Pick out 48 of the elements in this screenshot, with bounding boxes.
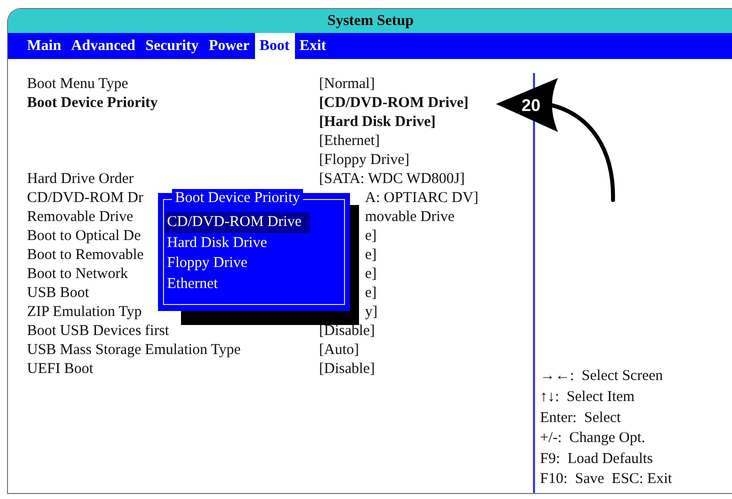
setting-value[interactable]: e] [365, 227, 377, 246]
setting-label[interactable]: Boot USB Devices first [27, 322, 170, 341]
menu-tab[interactable]: Power [204, 33, 254, 59]
popup-option[interactable]: Ethernet [165, 274, 226, 294]
setting-value[interactable]: e] [365, 246, 377, 265]
setting-value[interactable]: [SATA: WDC WD800J] [319, 170, 465, 189]
window-title: System Setup [327, 12, 414, 30]
setting-label[interactable]: USB Boot [27, 284, 90, 303]
setting-label[interactable]: Boot to Removable [27, 246, 144, 265]
popup-option[interactable]: Floppy Drive [165, 253, 256, 274]
setting-value[interactable]: [Disable] [319, 322, 375, 341]
setting-label[interactable]: CD/DVD-ROM Dr [27, 189, 144, 208]
setting-label[interactable]: Boot to Optical De [27, 227, 141, 246]
setting-value[interactable]: [Hard Disk Drive] [319, 113, 436, 132]
setting-value[interactable]: A: OPTIARC DV] [365, 189, 478, 208]
setting-label[interactable]: Removable Drive [27, 208, 134, 227]
setting-value[interactable]: [Normal] [319, 75, 375, 94]
setting-value[interactable]: [Disable] [319, 360, 375, 379]
key-hint: →←: Select Screen [540, 367, 664, 386]
setting-label[interactable]: Boot Device Priority [27, 94, 158, 113]
setting-label[interactable]: USB Mass Storage Emulation Type [27, 341, 241, 360]
menu-tab[interactable]: Advanced [66, 33, 140, 59]
setting-label[interactable]: Hard Drive Order [27, 170, 134, 189]
setting-label[interactable]: Boot to Network [27, 265, 128, 284]
key-hint: F9: Load Defaults [540, 450, 654, 469]
menu-tab[interactable]: Security [140, 33, 204, 59]
setting-value[interactable]: e] [365, 284, 377, 303]
key-hint: F10: Save ESC: Exit [540, 470, 674, 490]
callout-arrow: 20 [496, 78, 558, 132]
popup-option[interactable]: Hard Disk Drive [165, 232, 275, 253]
popup-title: Boot Device Priority [172, 189, 303, 208]
setting-value[interactable]: [Auto] [319, 341, 359, 360]
key-hint: Enter: Select [540, 408, 622, 428]
setting-value[interactable]: [CD/DVD-ROM Drive] [319, 94, 469, 113]
setting-value[interactable]: y] [365, 303, 378, 322]
key-hint: ↑↓: Select Item [540, 388, 636, 408]
setting-label[interactable]: ZIP Emulation Typ [27, 303, 142, 322]
setting-value[interactable]: [Floppy Drive] [319, 151, 410, 170]
key-hint: +/-: Change Opt. [540, 429, 646, 448]
popup-option[interactable]: CD/DVD-ROM Drive [165, 212, 310, 232]
setting-value[interactable]: e] [365, 265, 377, 284]
setting-value[interactable]: [Ethernet] [319, 132, 380, 151]
setting-label[interactable]: Boot Menu Type [27, 75, 128, 94]
menu-tab[interactable]: Boot [254, 33, 294, 59]
setting-value[interactable]: movable Drive [365, 208, 455, 227]
setting-label[interactable]: UEFI Boot [27, 360, 94, 379]
menu-tab[interactable]: Exit [294, 33, 332, 59]
menu-tab[interactable]: Main [22, 33, 66, 59]
